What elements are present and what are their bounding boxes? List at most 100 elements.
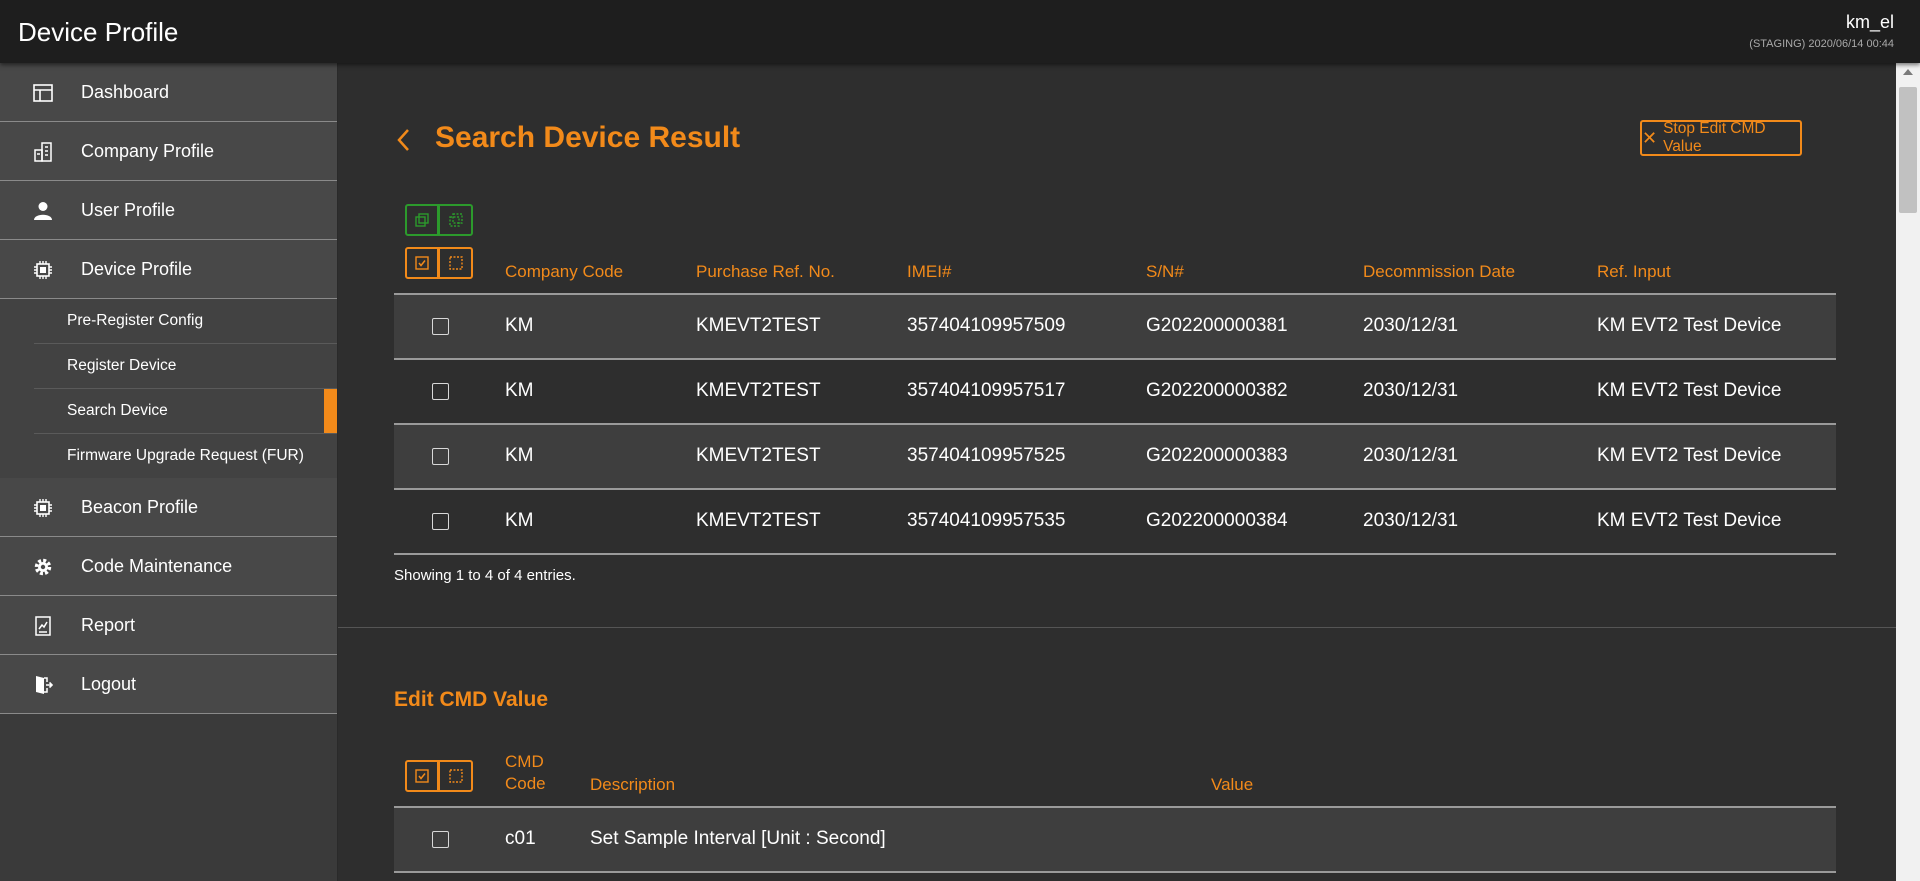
section-divider [338, 627, 1896, 628]
cell-decommission-date: 2030/12/31 [1363, 380, 1459, 401]
sidebar-subitem-pre-register-config[interactable]: Pre-Register Config [34, 299, 337, 344]
sidebar-item-label: Beacon Profile [81, 496, 199, 517]
scroll-up-arrow-icon[interactable] [1903, 69, 1913, 75]
checkbox-checked-icon [415, 256, 429, 270]
dashed-square-icon [448, 256, 463, 270]
copy-selected-button[interactable] [405, 204, 439, 236]
cell-purchase-ref: KMEVT2TEST [696, 445, 821, 466]
column-header-decommission-date[interactable]: Decommission Date [1363, 262, 1515, 282]
column-header-company-code[interactable]: Company Code [505, 262, 623, 282]
cell-ref-input: KM EVT2 Test Device [1597, 380, 1782, 401]
sidebar-subitem-label: Register Device [67, 357, 177, 374]
table-row[interactable]: KM KMEVT2TEST 357404109957535 G202200000… [394, 490, 1836, 555]
cell-ref-input: KM EVT2 Test Device [1597, 445, 1782, 466]
sidebar-item-label: User Profile [81, 199, 176, 220]
table-row[interactable]: KM KMEVT2TEST 357404109957525 G202200000… [394, 425, 1836, 490]
dashed-copy-icon [448, 213, 463, 227]
dashboard-icon [33, 84, 53, 102]
sidebar-item-dashboard[interactable]: Dashboard [0, 63, 337, 122]
cell-company-code: KM [505, 315, 534, 336]
user-name[interactable]: km_el [1846, 12, 1894, 33]
sidebar-item-company-profile[interactable]: Company Profile [0, 122, 337, 181]
gear-icon [34, 558, 52, 576]
sidebar-item-code-maintenance[interactable]: Code Maintenance [0, 537, 337, 596]
table-row[interactable]: KM KMEVT2TEST 357404109957517 G202200000… [394, 360, 1836, 425]
cmd-deselect-all-button[interactable] [439, 760, 473, 792]
sidebar-item-label: Report [81, 614, 136, 635]
cell-purchase-ref: KMEVT2TEST [696, 510, 821, 531]
main-content: Search Device Result ✕ Stop Edit CMD Val… [338, 63, 1896, 881]
cell-ref-input: KM EVT2 Test Device [1597, 315, 1782, 336]
sidebar-item-label: Code Maintenance [81, 555, 233, 576]
sidebar-subitem-firmware-upgrade-request[interactable]: Firmware Upgrade Request (FUR) [34, 434, 337, 478]
cell-imei: 357404109957517 [907, 380, 1066, 401]
sidebar-item-device-profile[interactable]: Device Profile [0, 240, 337, 299]
stop-edit-cmd-value-label: Stop Edit CMD Value [1663, 120, 1766, 155]
sidebar-subitem-label: Search Device [67, 402, 168, 419]
cell-cmd-code: c01 [505, 828, 536, 849]
sidebar-item-report[interactable]: Report [0, 596, 337, 655]
copy-all-button[interactable] [439, 204, 473, 236]
select-all-button[interactable] [405, 247, 439, 279]
back-chevron-icon[interactable] [394, 127, 414, 153]
cmd-table-row[interactable]: c01 Set Sample Interval [Unit : Second] [394, 808, 1836, 873]
chip-icon [34, 499, 52, 517]
sidebar-subitem-label: Pre-Register Config [67, 312, 204, 329]
column-header-cmd-code[interactable]: CMD Code [505, 751, 546, 795]
stop-edit-cmd-value-button[interactable]: ✕ Stop Edit CMD Value [1640, 120, 1802, 156]
chip-icon [34, 261, 52, 279]
cell-ref-input: KM EVT2 Test Device [1597, 510, 1782, 531]
cell-purchase-ref: KMEVT2TEST [696, 380, 821, 401]
column-header-serial-number[interactable]: S/N# [1146, 262, 1184, 282]
cmd-select-all-button[interactable] [405, 760, 439, 792]
building-icon [34, 142, 52, 162]
checkbox-checked-icon [415, 769, 429, 783]
column-header-imei[interactable]: IMEI# [907, 262, 951, 282]
bulk-action-group [405, 204, 473, 236]
active-indicator [324, 389, 337, 433]
cell-purchase-ref: KMEVT2TEST [696, 315, 821, 336]
row-checkbox[interactable] [432, 383, 449, 400]
sidebar-item-logout[interactable]: Logout [0, 655, 337, 714]
sidebar-item-user-profile[interactable]: User Profile [0, 181, 337, 240]
table-row[interactable]: KM KMEVT2TEST 357404109957509 G202200000… [394, 295, 1836, 360]
cell-company-code: KM [505, 510, 534, 531]
app-title: Device Profile [18, 17, 179, 47]
sidebar: Dashboard Company Profile User Profile D… [0, 63, 338, 881]
row-checkbox[interactable] [432, 448, 449, 465]
row-checkbox[interactable] [432, 513, 449, 530]
device-profile-submenu: Pre-Register Config Register Device Sear… [0, 299, 337, 478]
top-bar: Device Profile km_el (STAGING) 2020/06/1… [0, 0, 1920, 63]
sidebar-subitem-label: Firmware Upgrade Request (FUR) [67, 447, 304, 464]
vertical-scrollbar[interactable] [1896, 63, 1920, 881]
section-title-edit-cmd: Edit CMD Value [394, 688, 549, 711]
cell-serial-number: G202200000383 [1146, 445, 1288, 466]
column-header-description[interactable]: Description [590, 775, 675, 795]
scrollbar-thumb[interactable] [1899, 87, 1917, 213]
close-icon: ✕ [1642, 127, 1658, 148]
deselect-all-button[interactable] [439, 247, 473, 279]
cell-company-code: KM [505, 380, 534, 401]
cell-cmd-description: Set Sample Interval [Unit : Second] [590, 828, 886, 849]
cell-decommission-date: 2030/12/31 [1363, 510, 1459, 531]
select-buttons-group [405, 247, 473, 279]
page-title: Search Device Result [435, 121, 741, 154]
report-icon [35, 616, 51, 636]
sidebar-item-label: Logout [81, 673, 137, 694]
cmd-select-buttons-group [405, 760, 473, 792]
row-checkbox[interactable] [432, 318, 449, 335]
column-header-ref-input[interactable]: Ref. Input [1597, 262, 1671, 282]
column-header-value[interactable]: Value [1211, 775, 1253, 795]
cell-serial-number: G202200000382 [1146, 380, 1288, 401]
column-header-purchase-ref[interactable]: Purchase Ref. No. [696, 262, 835, 282]
row-checkbox[interactable] [432, 831, 449, 848]
sidebar-item-label: Dashboard [81, 81, 170, 102]
cell-decommission-date: 2030/12/31 [1363, 315, 1459, 336]
table-entries-info: Showing 1 to 4 of 4 entries. [394, 567, 576, 584]
cell-imei: 357404109957535 [907, 510, 1066, 531]
sidebar-subitem-search-device[interactable]: Search Device [34, 389, 337, 434]
dashed-square-icon [448, 769, 463, 783]
cell-imei: 357404109957509 [907, 315, 1066, 336]
sidebar-subitem-register-device[interactable]: Register Device [34, 344, 337, 389]
sidebar-item-beacon-profile[interactable]: Beacon Profile [0, 478, 337, 537]
